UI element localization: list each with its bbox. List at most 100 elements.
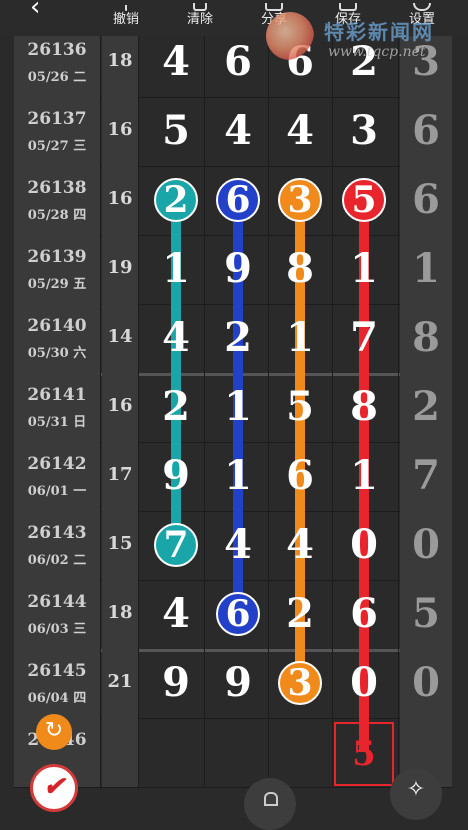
- column-divider: [332, 166, 333, 235]
- column-divider: [268, 718, 269, 787]
- digit-cell[interactable]: 0: [334, 659, 394, 706]
- column-divider: [100, 649, 101, 718]
- digit-cell[interactable]: 1: [208, 452, 268, 499]
- column-divider: [268, 511, 269, 580]
- issue-date: 05/26 二: [27, 70, 87, 85]
- sum-value: 17: [107, 464, 133, 485]
- last-digit: 1: [412, 245, 440, 292]
- column-divider: [268, 166, 269, 235]
- column-divider: [100, 442, 101, 511]
- column-divider: [398, 235, 399, 304]
- issue-date: 05/27 三: [27, 139, 87, 154]
- column-divider: [332, 718, 333, 787]
- highlight-ball[interactable]: 5: [342, 178, 386, 222]
- issue-date: 05/28 四: [27, 208, 87, 223]
- watermark-logo-icon: [266, 12, 314, 60]
- undo-button[interactable]: 撤销: [96, 0, 156, 28]
- last-digit: 0: [412, 521, 440, 568]
- highlight-ball[interactable]: 6: [216, 592, 260, 636]
- digit-cell[interactable]: 6: [270, 452, 330, 499]
- column-divider: [138, 97, 139, 166]
- digit-cell[interactable]: 4: [270, 521, 330, 568]
- digit-cell[interactable]: 4: [270, 107, 330, 154]
- column-divider: [138, 649, 139, 718]
- issue-date: 05/31 日: [27, 415, 87, 430]
- sum-value: 16: [107, 119, 133, 140]
- highlight-ball[interactable]: 7: [154, 523, 198, 567]
- digit-cell[interactable]: 1: [208, 383, 268, 430]
- sum-value: 21: [107, 671, 133, 692]
- column-divider: [398, 304, 399, 373]
- last-digit: 7: [412, 452, 440, 499]
- column-divider: [268, 580, 269, 649]
- digit-cell[interactable]: 6: [334, 590, 394, 637]
- digit-cell[interactable]: 5: [146, 107, 206, 154]
- column-divider: [100, 718, 101, 787]
- digit-cell[interactable]: 9: [208, 245, 268, 292]
- pen-icon[interactable]: ✧: [390, 768, 442, 820]
- sum-value: 16: [107, 188, 133, 209]
- digit-cell[interactable]: 7: [334, 314, 394, 361]
- column-divider: [100, 28, 101, 97]
- column-divider: [100, 166, 101, 235]
- watermark-url: www.tqcp.net: [328, 44, 426, 60]
- highlight-ball[interactable]: 2: [154, 178, 198, 222]
- issue-cell: [14, 166, 100, 235]
- digit-cell[interactable]: 1: [334, 452, 394, 499]
- column-divider: [204, 718, 205, 787]
- highlight-ball[interactable]: 6: [216, 178, 260, 222]
- digit-cell[interactable]: 0: [334, 521, 394, 568]
- column-divider: [138, 235, 139, 304]
- issue-number: 26139: [27, 247, 87, 267]
- digit-cell[interactable]: 2: [146, 383, 206, 430]
- lock-icon[interactable]: [244, 778, 296, 830]
- issue-date: 06/02 二: [27, 553, 87, 568]
- issue-cell: [14, 580, 100, 649]
- digit-cell[interactable]: 2: [270, 590, 330, 637]
- sum-value: 18: [107, 50, 133, 71]
- brand-logo-icon[interactable]: ✔: [30, 764, 78, 812]
- digit-cell[interactable]: 1: [146, 245, 206, 292]
- digit-cell[interactable]: 9: [146, 659, 206, 706]
- sum-value: 19: [107, 257, 133, 278]
- watermark-site-name: 特彩新闻网: [324, 20, 434, 44]
- last-digit: 0: [412, 659, 440, 706]
- column-divider: [332, 235, 333, 304]
- column-divider: [398, 373, 399, 442]
- digit-cell[interactable]: 6: [208, 38, 268, 85]
- digit-cell[interactable]: 3: [334, 107, 394, 154]
- digit-cell[interactable]: 4: [146, 314, 206, 361]
- back-icon[interactable]: ‹: [30, 0, 58, 22]
- digit-cell[interactable]: 8: [334, 383, 394, 430]
- column-divider: [398, 166, 399, 235]
- issue-number: 26143: [27, 523, 87, 543]
- digit-cell[interactable]: 2: [208, 314, 268, 361]
- digit-cell[interactable]: 8: [270, 245, 330, 292]
- highlight-ball[interactable]: 3: [278, 661, 322, 705]
- issue-cell: [14, 373, 100, 442]
- clear-button[interactable]: 清除: [170, 0, 230, 28]
- digit-cell[interactable]: 4: [146, 38, 206, 85]
- digit-cell[interactable]: 1: [334, 245, 394, 292]
- column-divider: [138, 718, 139, 787]
- column-divider: [268, 373, 269, 442]
- digit-cell[interactable]: 9: [208, 659, 268, 706]
- digit-cell[interactable]: 4: [208, 107, 268, 154]
- digit-cell[interactable]: 5: [270, 383, 330, 430]
- column-divider: [268, 442, 269, 511]
- refresh-icon[interactable]: ↻: [36, 714, 72, 750]
- digit-cell[interactable]: 4: [208, 521, 268, 568]
- clear-icon: [170, 0, 230, 12]
- sum-value: 16: [107, 395, 133, 416]
- last-digit: 8: [412, 314, 440, 361]
- digit-cell[interactable]: 4: [146, 590, 206, 637]
- digit-cell[interactable]: 9: [146, 452, 206, 499]
- highlight-ball[interactable]: 3: [278, 178, 322, 222]
- issue-number: 26144: [27, 592, 87, 612]
- column-divider: [332, 304, 333, 373]
- column-divider: [332, 649, 333, 718]
- column-divider: [138, 442, 139, 511]
- digit-cell[interactable]: 1: [270, 314, 330, 361]
- issue-cell: [14, 235, 100, 304]
- issue-number: 26136: [27, 40, 87, 60]
